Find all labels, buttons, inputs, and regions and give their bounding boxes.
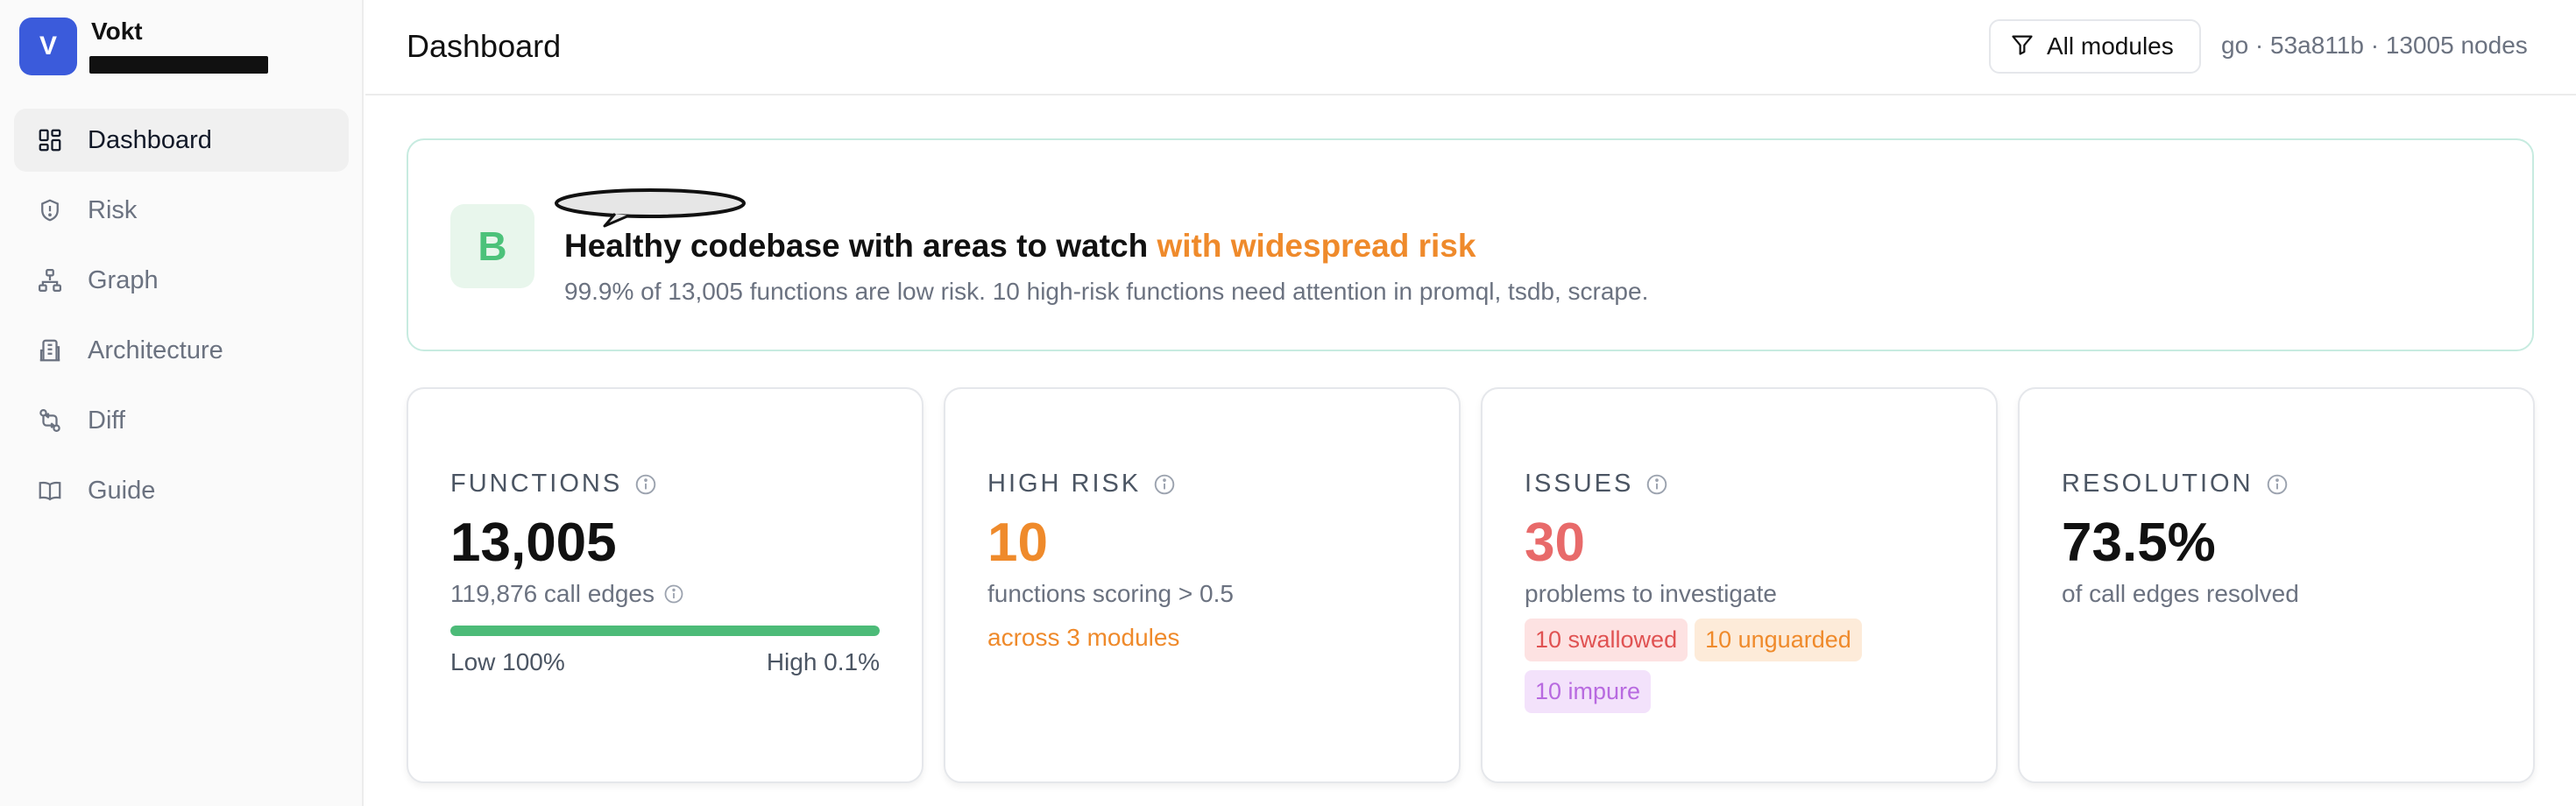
sidebar-item-label: Guide [88, 476, 156, 505]
issue-tag-impure[interactable]: 10 impure [1525, 670, 1652, 713]
card-value: 73.5% [2062, 513, 2216, 573]
low-risk-label: Low 100% [450, 648, 565, 675]
filter-icon [2010, 32, 2035, 61]
info-icon[interactable] [2266, 473, 2289, 496]
card-subtext: problems to investigate [1525, 580, 1777, 607]
card-value: 10 [987, 513, 1048, 573]
redacted-text [89, 56, 268, 74]
sidebar-item-diff[interactable]: Diff [14, 389, 349, 452]
risk-distribution-bar [450, 626, 880, 636]
graph-icon [35, 265, 65, 295]
issues-card: ISSUES 30 problems to investigate 10 swa… [1481, 387, 1998, 783]
sidebar-item-label: Graph [88, 265, 159, 294]
diff-icon [35, 406, 65, 435]
book-icon [35, 476, 65, 506]
workspace-switcher[interactable]: V Vokt [19, 18, 352, 75]
speech-bubble-icon [555, 188, 746, 228]
card-label-text: HIGH RISK [987, 470, 1142, 498]
info-icon[interactable] [1645, 473, 1668, 496]
app-root: V Vokt Dashboard Risk Graph Architecture… [0, 0, 2576, 806]
building-icon [35, 336, 65, 365]
info-icon[interactable] [1153, 473, 1176, 496]
health-summary-banner: B Healthy codebase with areas to watch w… [407, 138, 2534, 351]
sidebar-item-architecture[interactable]: Architecture [14, 319, 349, 382]
sidebar-item-dashboard[interactable]: Dashboard [14, 109, 349, 172]
dashboard-icon [35, 125, 65, 155]
health-headline-text: Healthy codebase with areas to watch [564, 228, 1149, 264]
high-risk-label: High 0.1% [766, 648, 880, 675]
sidebar-item-label: Diff [88, 406, 125, 435]
card-label: HIGH RISK [987, 470, 1176, 498]
functions-card: FUNCTIONS 13,005 119,876 call edges Low … [407, 387, 924, 783]
high-risk-card: HIGH RISK 10 functions scoring > 0.5 acr… [944, 387, 1461, 783]
health-headline: Healthy codebase with areas to watch wit… [564, 228, 1476, 265]
card-subtext: 119,876 call edges [450, 580, 684, 608]
card-label: ISSUES [1525, 470, 1668, 498]
sidebar-item-graph[interactable]: Graph [14, 249, 349, 312]
card-subtext: of call edges resolved [2062, 580, 2299, 607]
info-icon[interactable] [663, 583, 684, 604]
sidebar-item-label: Risk [88, 195, 138, 224]
repo-meta: go · 53a811b · 13005 nodes [2221, 32, 2528, 59]
health-grade-badge: B [450, 204, 534, 288]
card-label: RESOLUTION [2062, 470, 2289, 498]
card-subtext: functions scoring > 0.5 [987, 580, 1234, 607]
card-label: FUNCTIONS [450, 470, 657, 498]
sidebar-item-guide[interactable]: Guide [14, 459, 349, 522]
modules-count-link[interactable]: across 3 modules [987, 624, 1179, 652]
info-icon[interactable] [634, 473, 657, 496]
sidebar-item-label: Architecture [88, 336, 223, 364]
sidebar-item-label: Dashboard [88, 125, 212, 154]
card-label-text: ISSUES [1525, 470, 1634, 498]
workspace-avatar: V [19, 18, 77, 75]
card-value: 30 [1525, 513, 1585, 573]
sidebar-item-risk[interactable]: Risk [14, 179, 349, 242]
sidebar: V Vokt Dashboard Risk Graph Architecture… [0, 0, 364, 806]
shield-icon [35, 195, 65, 225]
filter-label: All modules [2047, 32, 2174, 60]
card-label-text: FUNCTIONS [450, 470, 623, 498]
issue-tag-unguarded[interactable]: 10 unguarded [1695, 619, 1862, 661]
sidebar-nav: Dashboard Risk Graph Architecture Diff G… [14, 109, 349, 529]
card-label-text: RESOLUTION [2062, 470, 2254, 498]
top-header: Dashboard All modules go · 53a811b · 130… [365, 0, 2576, 95]
card-value: 13,005 [450, 513, 617, 573]
call-edges-text: 119,876 call edges [450, 580, 655, 607]
health-headline-highlight: with widespread risk [1157, 228, 1476, 264]
issue-tags: 10 swallowed 10 unguarded 10 impure [1525, 619, 1980, 722]
resolution-card: RESOLUTION 73.5% of call edges resolved [2018, 387, 2535, 783]
workspace-name: Vokt [91, 18, 143, 45]
page-title: Dashboard [407, 28, 562, 64]
issue-tag-swallowed[interactable]: 10 swallowed [1525, 619, 1688, 661]
module-filter-button[interactable]: All modules [1989, 19, 2201, 74]
health-description: 99.9% of 13,005 functions are low risk. … [564, 278, 1649, 305]
risk-distribution-fill [450, 626, 880, 636]
